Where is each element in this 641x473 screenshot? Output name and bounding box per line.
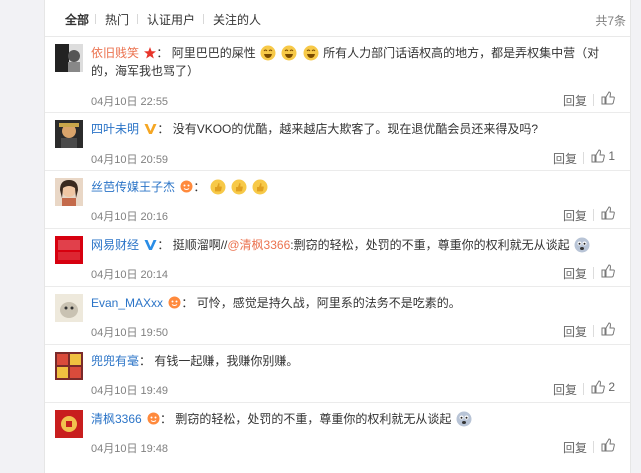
comment-username[interactable]: 清枫3366 — [91, 412, 142, 426]
thumb-up-icon — [591, 380, 605, 394]
comment-item: Evan_MAXxx ： 可怜，感觉是持久战，阿里系的法务不是吃素的。 04月1… — [45, 287, 630, 345]
comment-text: 剽窃的轻松，处罚的不重，尊重你的权利就无从谈起 — [175, 412, 452, 426]
thumb-emoji — [252, 179, 268, 195]
thumb-up-icon — [591, 149, 605, 163]
action-divider — [593, 209, 594, 221]
action-divider — [593, 94, 594, 106]
comment-username[interactable]: 网易财经 — [91, 238, 139, 252]
comment-text: 可怜，感觉是持久战，阿里系的法务不是吃素的。 — [196, 296, 461, 310]
comment-body: 清枫3366 ： 剽窃的轻松，处罚的不重，尊重你的权利就无从谈起 — [91, 410, 611, 428]
comment-username[interactable]: 依旧贱笑 — [91, 46, 139, 60]
laugh-emoji — [303, 45, 319, 61]
laugh-emoji — [260, 45, 276, 61]
reply-button[interactable]: 回复 — [563, 323, 587, 340]
tab-divider — [137, 14, 138, 24]
thumb-up-icon — [601, 322, 615, 336]
mention-link[interactable]: @清枫3366 — [227, 238, 290, 252]
action-divider — [593, 325, 594, 337]
comment-text: 有钱一起赚，我赚你别赚。 — [154, 354, 299, 368]
like-button[interactable] — [601, 206, 615, 220]
action-divider — [593, 441, 594, 453]
thumb-up-icon — [601, 438, 615, 452]
like-button[interactable] — [601, 264, 615, 278]
action-divider — [583, 152, 584, 164]
avatar[interactable] — [55, 120, 83, 148]
comment-text-continued: 所有人力部门话语权高的地方，都是弄权集中营（对的，海军我也骂了） — [91, 46, 600, 78]
like-button[interactable]: 2 — [591, 380, 615, 394]
reply-button[interactable]: 回复 — [563, 92, 587, 109]
like-button[interactable] — [601, 438, 615, 452]
comment-body: 兜兜有毫： 有钱一起赚，我赚你别赚。 — [91, 354, 299, 368]
orange-face-icon — [147, 412, 160, 425]
comment-time: 04月10日 20:16 — [91, 211, 169, 223]
reply-button[interactable]: 回复 — [553, 150, 577, 167]
comment-body: Evan_MAXxx ： 可怜，感觉是持久战，阿里系的法务不是吃素的。 — [91, 296, 461, 310]
comment-panel: 全部 热门 认证用户 关注的人 共7条 依旧贱笑 ： 阿里巴巴的屎性 所有人力部… — [44, 0, 631, 473]
avatar[interactable] — [55, 236, 83, 264]
like-count: 2 — [608, 380, 616, 394]
blue-v-icon — [144, 240, 157, 250]
cry-emoji — [456, 411, 472, 427]
comment-text: 没有VKOO的优酷，越来越店大欺客了。现在退优酷会员还来得及吗? — [172, 122, 539, 136]
avatar[interactable] — [55, 178, 83, 206]
comment-item: 兜兜有毫： 有钱一起赚，我赚你别赚。 04月10日 19:49 回复 2 — [45, 345, 630, 403]
comment-username[interactable]: Evan_MAXxx — [91, 296, 163, 310]
comment-item: 丝芭传媒王子杰 ： 04月10日 20:16 回复 — [45, 171, 630, 229]
comment-time: 04月10日 19:50 — [91, 327, 169, 339]
action-divider — [593, 267, 594, 279]
reply-button[interactable]: 回复 — [563, 265, 587, 282]
thumb-up-icon — [601, 206, 615, 220]
reply-button[interactable]: 回复 — [563, 207, 587, 224]
comment-text-continued: :剽窃的轻松，处罚的不重，尊重你的权利就无从谈起 — [290, 238, 570, 252]
comment-filter-tabs: 全部 热门 认证用户 关注的人 共7条 — [45, 0, 630, 37]
avatar[interactable] — [55, 294, 83, 322]
laugh-emoji — [281, 45, 297, 61]
comment-item: 依旧贱笑 ： 阿里巴巴的屎性 所有人力部门话语权高的地方，都是弄权集中营（对的，… — [45, 37, 630, 113]
comment-username[interactable]: 丝芭传媒王子杰 — [91, 180, 175, 194]
comment-body: 依旧贱笑 ： 阿里巴巴的屎性 所有人力部门话语权高的地方，都是弄权集中营（对的，… — [91, 45, 600, 78]
comment-text: 挺顺溜啊// — [172, 238, 228, 252]
comment-body: 丝芭传媒王子杰 ： — [91, 178, 611, 196]
tab-following[interactable]: 关注的人 — [213, 11, 261, 28]
tab-divider — [203, 14, 204, 24]
avatar[interactable] — [55, 44, 83, 72]
tab-hot[interactable]: 热门 — [105, 11, 129, 28]
comment-total-count: 共7条 — [595, 14, 626, 28]
comment-body: 四叶未明 ： 没有VKOO的优酷，越来越店大欺客了。现在退优酷会员还来得及吗? — [91, 122, 539, 136]
cry-emoji — [574, 237, 590, 253]
thumb-emoji — [210, 179, 226, 195]
like-button[interactable] — [601, 322, 615, 336]
like-count: 1 — [608, 149, 616, 163]
avatar[interactable] — [55, 352, 83, 380]
comment-body: 网易财经 ： 挺顺溜啊//@清枫3366:剽窃的轻松，处罚的不重，尊重你的权利就… — [91, 236, 611, 254]
thumb-up-icon — [601, 91, 615, 105]
tab-all[interactable]: 全部 — [65, 11, 89, 28]
red-star-icon — [144, 47, 157, 59]
comment-time: 04月10日 20:59 — [91, 154, 169, 166]
comment-item: 四叶未明 ： 没有VKOO的优酷，越来越店大欺客了。现在退优酷会员还来得及吗? … — [45, 113, 630, 171]
orange-face-icon — [168, 296, 181, 309]
orange-face-icon — [180, 180, 193, 193]
reply-button[interactable]: 回复 — [553, 381, 577, 398]
comment-time: 04月10日 19:48 — [91, 443, 169, 455]
comment-username[interactable]: 四叶未明 — [91, 122, 139, 136]
like-button[interactable]: 1 — [591, 149, 615, 163]
avatar[interactable] — [55, 410, 83, 438]
tab-divider — [95, 14, 96, 24]
comment-username[interactable]: 兜兜有毫 — [91, 354, 139, 368]
yellow-v-icon — [144, 124, 157, 134]
reply-button[interactable]: 回复 — [563, 439, 587, 456]
comment-time: 04月10日 22:55 — [91, 96, 169, 108]
comment-item: 网易财经 ： 挺顺溜啊//@清枫3366:剽窃的轻松，处罚的不重，尊重你的权利就… — [45, 229, 630, 287]
comment-text: 阿里巴巴的屎性 — [171, 46, 256, 60]
thumb-up-icon — [601, 264, 615, 278]
comment-item: 清枫3366 ： 剽窃的轻松，处罚的不重，尊重你的权利就无从谈起 04月10日 … — [45, 403, 630, 460]
like-button[interactable] — [601, 91, 615, 105]
comment-time: 04月10日 19:49 — [91, 385, 169, 397]
action-divider — [583, 383, 584, 395]
tab-verified-users[interactable]: 认证用户 — [147, 11, 195, 28]
thumb-emoji — [231, 179, 247, 195]
comment-time: 04月10日 20:14 — [91, 269, 169, 281]
